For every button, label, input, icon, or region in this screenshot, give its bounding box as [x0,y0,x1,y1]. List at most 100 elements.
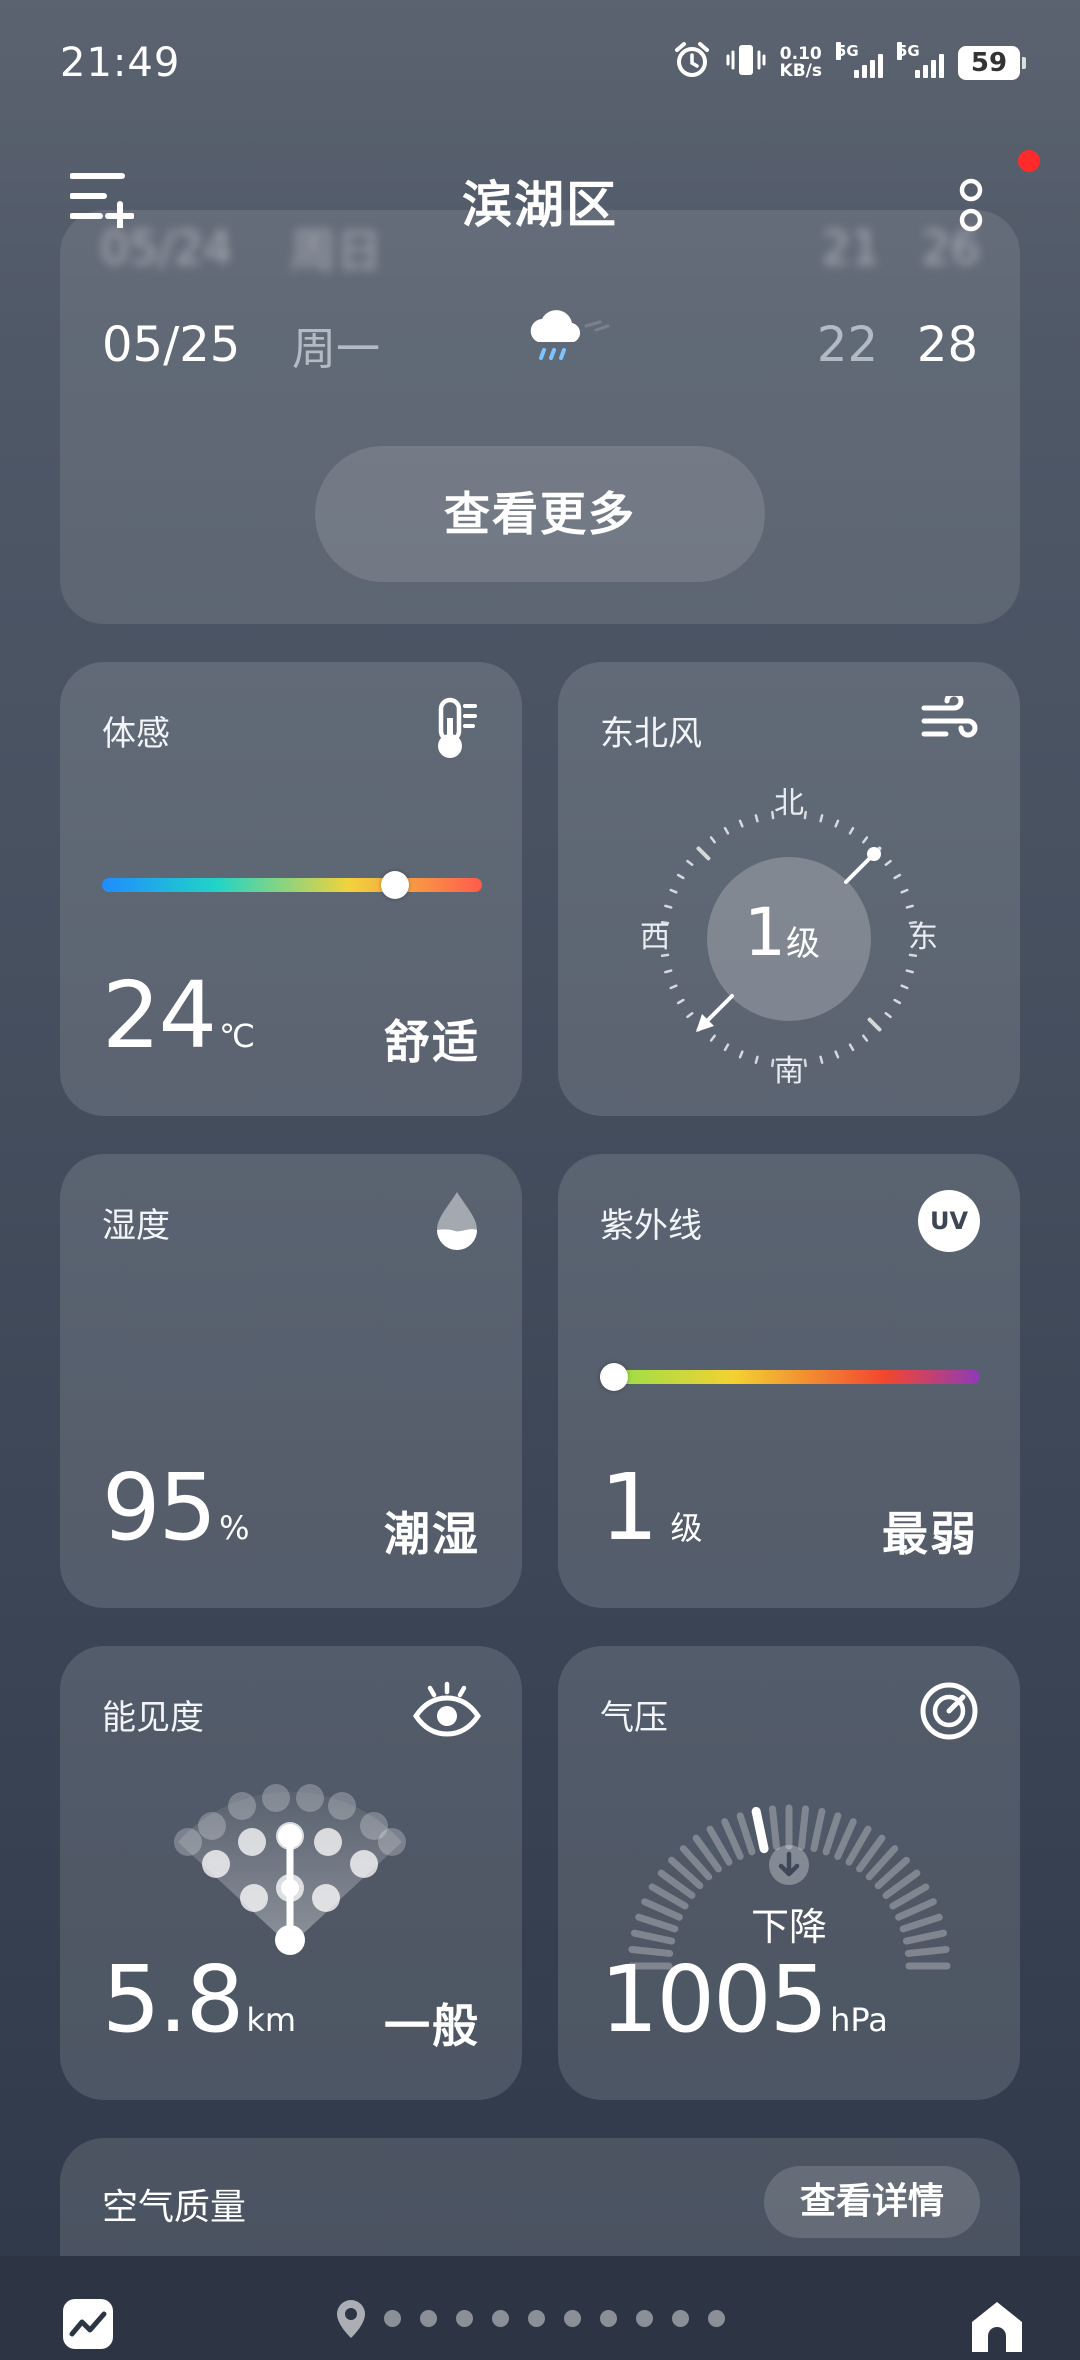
forecast-high: 28 [916,317,978,373]
compass-tick [723,826,730,835]
view-more-button[interactable]: 查看更多 [315,446,765,582]
visibility-status: 一般 [384,1999,480,2053]
pressure-gauge-tick [810,1807,826,1853]
compass-tick [669,984,678,990]
visibility-card[interactable]: 能见度 5.8 km 一般 [60,1646,522,2100]
page-dot[interactable] [708,2310,725,2327]
compass-tick [819,1055,824,1064]
wind-card[interactable]: 东北风 北 南 东 西 1级 [558,662,1020,1116]
pressure-gauge-tick [822,1812,842,1856]
visibility-value: 5.8 [102,1946,244,2053]
wind-title: 东北风 [600,714,702,754]
feels-like-status: 舒适 [384,1015,480,1069]
wind-level-value: 1 [744,894,786,971]
compass-tick [664,904,673,909]
status-time: 21:49 [60,40,181,86]
sim2-label: 5G [897,41,920,60]
pressure-gauge-tick [721,1818,744,1860]
page-dot[interactable] [564,2310,581,2327]
compass-tick [893,998,902,1005]
humidity-value: 95 [102,1454,217,1561]
alarm-icon [672,40,712,85]
forecast-weekday: 周一 [292,324,380,375]
compass-tick [900,888,909,894]
feels-like-unit: ℃ [219,1017,256,1055]
compass-tick [686,859,694,866]
compass-tick [754,1055,759,1064]
net-speed-unit: KB/s [779,60,822,81]
uv-value-wrap: 1级 [600,1462,703,1574]
forecast-date: 05/25 [102,317,241,373]
compass-tick [848,826,855,835]
compass-north: 北 [774,786,804,821]
visibility-unit: km [246,2001,297,2039]
vibrate-icon [726,40,766,85]
city-title[interactable]: 滨湖区 [0,165,1080,237]
uv-card[interactable]: 紫外线 UV 1级 最弱 [558,1154,1020,1608]
compass-tick [900,984,909,990]
page-dot[interactable] [456,2310,473,2327]
pressure-gauge-indicator [751,1806,769,1854]
compass-tick [709,836,716,844]
compass-tick [862,1034,869,1042]
pressure-gauge-tick [768,1805,780,1851]
uv-title: 紫外线 [600,1206,702,1246]
feels-like-card[interactable]: 体感 24 ℃ 舒适 [60,662,522,1116]
trend-chart-icon[interactable] [60,2296,116,2356]
status-icons: 0.10 KB/s 5G 5G 59 [672,40,1026,85]
humidity-status: 潮湿 [384,1507,480,1561]
net-speed-value: 0.10 [779,43,822,64]
wind-level-unit: 级 [786,924,820,964]
page-dot[interactable] [672,2310,689,2327]
page-dot[interactable] [600,2310,617,2327]
thermometer-icon [432,696,482,764]
page-dot[interactable] [384,2310,401,2327]
compass-tick [819,814,824,823]
page-dot[interactable] [636,2310,653,2327]
page-dot[interactable] [420,2310,437,2327]
signal-2-icon: 5G [897,41,944,78]
compass-tick [676,998,685,1005]
compass-east: 东 [908,920,938,955]
compass-tick [884,859,892,866]
forecast-low: 22 [816,317,878,373]
battery-indicator: 59 [958,45,1026,80]
feels-like-title: 体感 [102,714,170,754]
page-dot[interactable] [492,2310,509,2327]
compass-tick [905,969,914,974]
compass-tick [738,819,744,828]
forecast-card: 05/24 周日 21 26 05/25 周一 22 28 查看更多 [60,210,1020,624]
compass-tick [771,1058,775,1068]
compass-tick [893,873,902,880]
compass-tick [803,1058,807,1068]
compass-tick [696,846,711,861]
pressure-title: 气压 [600,1698,668,1738]
humidity-value-wrap: 95% [102,1462,249,1574]
uv-icon: UV [918,1190,980,1252]
home-icon[interactable] [966,2296,1028,2360]
uv-bar [600,1370,980,1384]
rain-cloud-icon [524,304,624,386]
humidity-unit: % [219,1509,250,1547]
feels-like-bar [102,878,482,892]
compass-tick [834,1050,840,1059]
compass-tick [754,814,759,823]
wind-icon [920,691,980,750]
compass-tick [664,969,673,974]
page-dot[interactable] [528,2310,545,2327]
water-drop-icon [432,1188,482,1256]
eye-icon [412,1680,482,1744]
status-bar: 21:49 0.10 KB/s 5G 5G 59 [0,0,1080,130]
pressure-card[interactable]: 气压 下降 1005 hPa [558,1646,1020,2100]
more-options-icon[interactable] [958,176,984,240]
compass-tick [834,819,840,828]
net-speed: 0.10 KB/s [779,43,822,81]
feels-like-knob [380,871,409,899]
compass-tick [862,836,869,844]
notification-dot [1018,150,1040,172]
compass-tick [669,888,678,894]
humidity-card[interactable]: 湿度 95% 潮湿 [60,1154,522,1608]
view-details-button[interactable]: 查看详情 [764,2166,980,2238]
bottom-bar [0,2256,1080,2360]
air-quality-title: 空气质量 [102,2187,247,2228]
